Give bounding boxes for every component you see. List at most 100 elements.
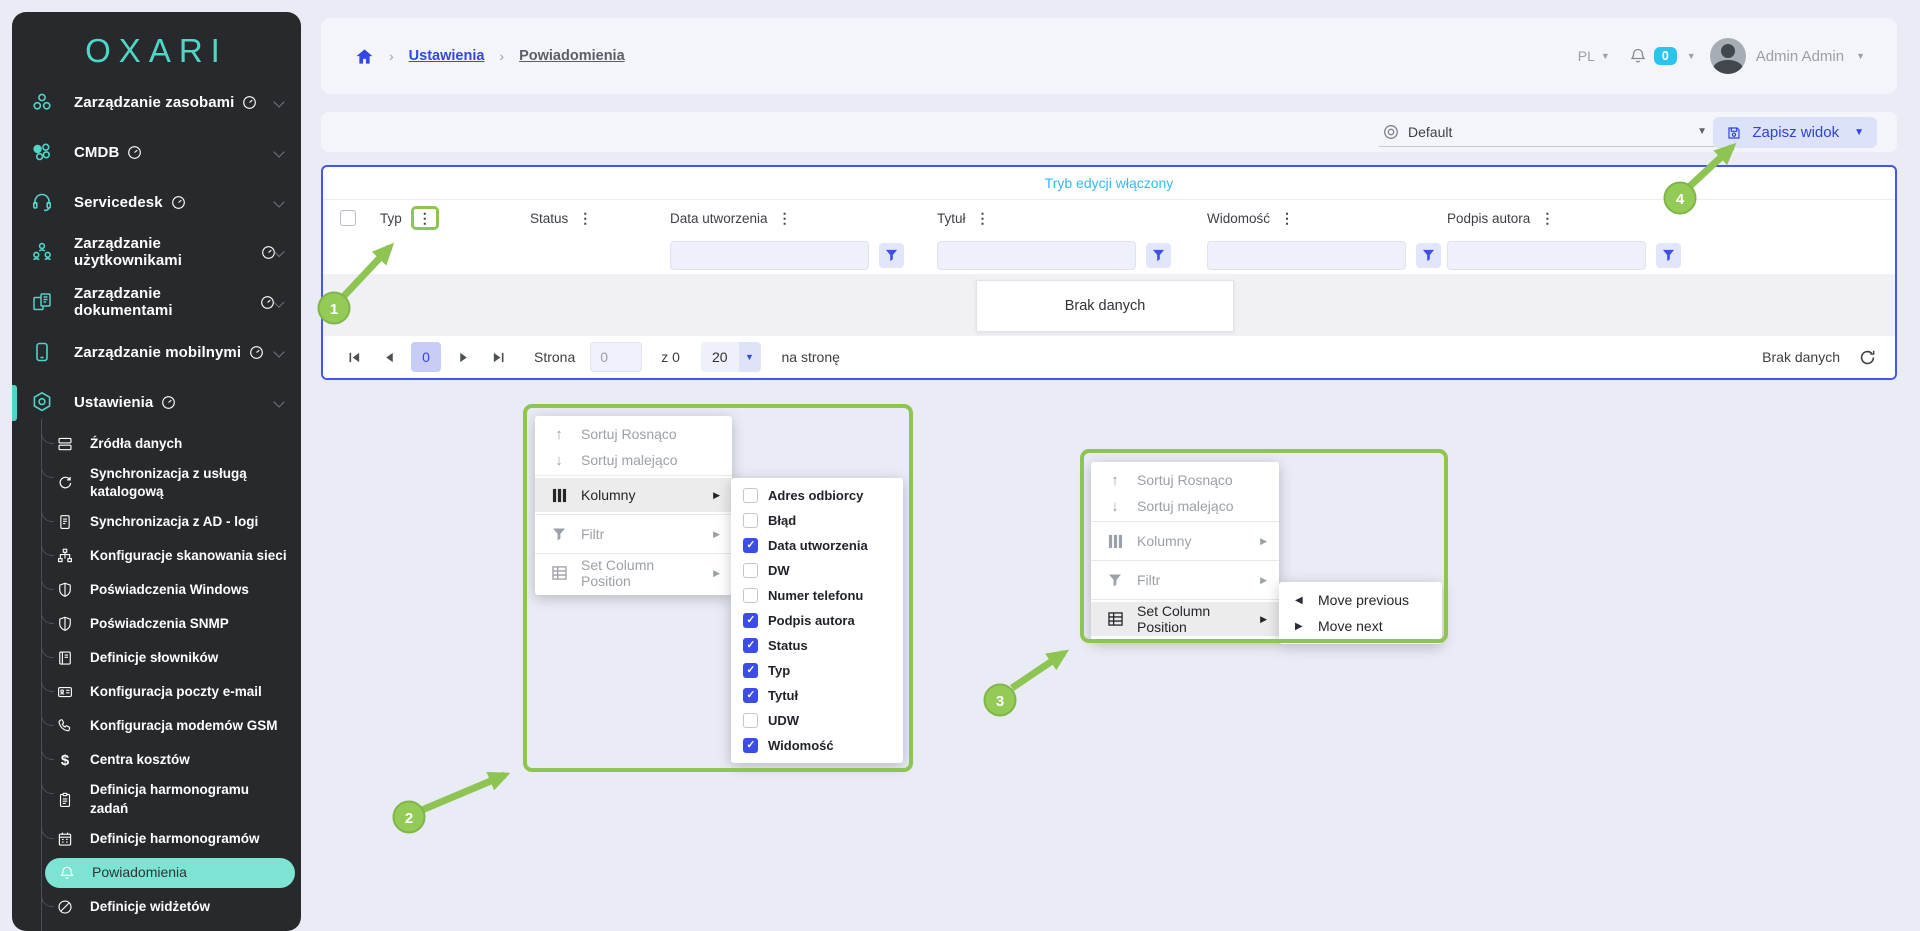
notifications-table-panel: Tryb edycji włączony Typ ⋮ Status ⋮ Data… xyxy=(321,165,1897,380)
sidebar-item-partial[interactable] xyxy=(12,924,301,931)
language-selector[interactable]: PL xyxy=(1578,48,1595,64)
submenu-item-move-next[interactable]: ▶ Move next xyxy=(1279,613,1442,639)
mobile-icon xyxy=(30,340,54,364)
sidebar-item-ustawienia[interactable]: Ustawienia xyxy=(12,377,301,427)
next-page-button[interactable] xyxy=(450,344,476,370)
page-number-input[interactable] xyxy=(590,342,642,372)
filter-input-podpis-autora[interactable] xyxy=(1447,241,1646,270)
submenu-item-udw[interactable]: UDW xyxy=(731,708,903,733)
filter-funnel-button[interactable] xyxy=(1656,243,1681,268)
sidebar-item-zrodla-danych[interactable]: Źródła danych xyxy=(12,427,301,461)
submenu-item-tytul[interactable]: Tytuł xyxy=(731,683,903,708)
column-menu-button[interactable]: ⋮ xyxy=(1538,210,1556,226)
sidebar-item-harmonogram-zadan[interactable]: Definicja harmonogramu zadań xyxy=(12,777,301,821)
column-header-data-utworzenia: Data utworzenia ⋮ xyxy=(670,210,937,226)
column-menu-button[interactable]: ⋮ xyxy=(411,206,439,230)
sidebar-item-dokumenty[interactable]: Zarządzanie dokumentami xyxy=(12,277,301,327)
notification-count-badge: 0 xyxy=(1654,47,1677,65)
sidebar-item-synchronizacja-ad-logi[interactable]: Synchronizacja z AD - logi xyxy=(12,505,301,539)
sidebar-item-uzytkownicy[interactable]: Zarządzanie użytkownikami xyxy=(12,227,301,277)
sidebar: OXARI Zarządzanie zasobami CMDB Serviced… xyxy=(12,12,301,931)
menu-item-set-column-position[interactable]: Set Column Position ▶ xyxy=(1091,602,1279,636)
sidebar-item-poswiadczenia-windows[interactable]: Poświadczenia Windows xyxy=(12,573,301,607)
filter-funnel-button[interactable] xyxy=(1416,243,1441,268)
filter-funnel-button[interactable] xyxy=(1146,243,1171,268)
sidebar-item-zasoby[interactable]: Zarządzanie zasobami xyxy=(12,77,301,127)
menu-item-sort-asc[interactable]: ↑ Sortuj Rosnąco xyxy=(535,421,732,447)
sidebar-item-centra-kosztow[interactable]: $ Centra kosztów xyxy=(12,743,301,777)
submenu-item-dw[interactable]: DW xyxy=(731,558,903,583)
submenu-item-podpis-autora[interactable]: Podpis autora xyxy=(731,608,903,633)
page-size-select[interactable]: 20 ▼ xyxy=(701,342,761,372)
checkbox[interactable] xyxy=(743,563,758,578)
submenu-item-widomosc[interactable]: Widomość xyxy=(731,733,903,758)
sidebar-item-servicedesk[interactable]: Servicedesk xyxy=(12,177,301,227)
column-menu-button[interactable]: ⋮ xyxy=(576,210,594,226)
breadcrumb-current[interactable]: Powiadomienia xyxy=(519,48,625,64)
filter-funnel-button[interactable] xyxy=(879,243,904,268)
column-menu-button[interactable]: ⋮ xyxy=(776,210,794,226)
chevron-down-icon[interactable]: ▼ xyxy=(1854,127,1864,138)
menu-item-sort-asc[interactable]: ↑ Sortuj Rosnąco xyxy=(1091,467,1279,493)
checkbox[interactable] xyxy=(743,688,758,703)
menu-item-sort-desc[interactable]: ↓ Sortuj malejąco xyxy=(1091,493,1279,519)
oxari-logo: OXARI xyxy=(12,32,301,70)
checkbox[interactable] xyxy=(743,613,758,628)
submenu-item-status[interactable]: Status xyxy=(731,633,903,658)
view-select[interactable]: Default ▼ xyxy=(1379,117,1715,147)
breadcrumb-link-ustawienia[interactable]: Ustawienia xyxy=(409,48,485,64)
submenu-item-move-previous[interactable]: ◀ Move previous xyxy=(1279,587,1442,613)
filter-input-widomosc[interactable] xyxy=(1207,241,1406,270)
menu-item-set-column-position[interactable]: Set Column Position ▶ xyxy=(535,556,732,590)
checkbox[interactable] xyxy=(743,588,758,603)
checkbox[interactable] xyxy=(743,738,758,753)
save-view-button[interactable]: Zapisz widok ▼ xyxy=(1713,117,1877,148)
previous-page-button[interactable] xyxy=(376,344,402,370)
column-menu-button[interactable]: ⋮ xyxy=(1278,210,1296,226)
home-icon[interactable] xyxy=(355,47,374,66)
sidebar-item-modemy-gsm[interactable]: Konfiguracja modemów GSM xyxy=(12,709,301,743)
menu-item-filter[interactable]: Filtr ▶ xyxy=(1091,563,1279,597)
filter-input-data-utworzenia[interactable] xyxy=(670,241,869,270)
avatar[interactable] xyxy=(1710,38,1746,74)
sidebar-item-powiadomienia[interactable]: Powiadomienia xyxy=(45,858,295,888)
menu-item-filter[interactable]: Filtr ▶ xyxy=(535,517,732,551)
submenu-item-typ[interactable]: Typ xyxy=(731,658,903,683)
column-menu-button[interactable]: ⋮ xyxy=(974,210,992,226)
notifications-bell-icon[interactable] xyxy=(1628,46,1648,66)
submenu-item-data-utworzenia[interactable]: Data utworzenia xyxy=(731,533,903,558)
sidebar-item-mobilne[interactable]: Zarządzanie mobilnymi xyxy=(12,327,301,377)
checkbox[interactable] xyxy=(743,638,758,653)
sidebar-item-synchronizacja-katalogowa[interactable]: Synchronizacja z usługą katalogową xyxy=(12,461,301,505)
checkbox[interactable] xyxy=(743,488,758,503)
sidebar-item-definicje-widzetow[interactable]: Definicje widżetów xyxy=(12,890,301,924)
widget-icon xyxy=(56,898,74,916)
last-page-button[interactable] xyxy=(485,344,511,370)
menu-item-sort-desc[interactable]: ↓ Sortuj malejąco xyxy=(535,447,732,473)
checkbox[interactable] xyxy=(743,538,758,553)
checkbox[interactable] xyxy=(743,663,758,678)
annotation-arrow-3 xyxy=(1012,653,1064,688)
select-all-checkbox[interactable] xyxy=(340,210,356,226)
sidebar-item-konfiguracja-email[interactable]: Konfiguracja poczty e-mail xyxy=(12,675,301,709)
chevron-down-icon: ▼ xyxy=(1856,51,1865,61)
menu-item-columns[interactable]: Kolumny ▶ xyxy=(1091,524,1279,558)
sidebar-item-definicje-harmonogramow[interactable]: Definicje harmonogramów xyxy=(12,822,301,856)
sidebar-item-skanowanie-sieci[interactable]: Konfiguracje skanowania sieci xyxy=(12,539,301,573)
checkbox[interactable] xyxy=(743,513,758,528)
sidebar-item-definicje-slownikow[interactable]: Definicje słowników xyxy=(12,641,301,675)
chevron-down-icon[interactable]: ▼ xyxy=(1687,51,1696,61)
menu-item-columns[interactable]: Kolumny ▶ xyxy=(535,478,732,512)
user-name[interactable]: Admin Admin xyxy=(1756,48,1844,65)
submenu-item-adres-odbiorcy[interactable]: Adres odbiorcy xyxy=(731,483,903,508)
sidebar-item-cmdb[interactable]: CMDB xyxy=(12,127,301,177)
refresh-icon[interactable] xyxy=(1858,348,1877,367)
page-label: Strona xyxy=(534,349,575,365)
submenu-item-numer-telefonu[interactable]: Numer telefonu xyxy=(731,583,903,608)
filter-input-tytul[interactable] xyxy=(937,241,1136,270)
sidebar-item-poswiadczenia-snmp[interactable]: Poświadczenia SNMP xyxy=(12,607,301,641)
checkbox[interactable] xyxy=(743,713,758,728)
first-page-button[interactable] xyxy=(341,344,367,370)
current-page-button[interactable]: 0 xyxy=(411,342,441,372)
submenu-item-blad[interactable]: Błąd xyxy=(731,508,903,533)
